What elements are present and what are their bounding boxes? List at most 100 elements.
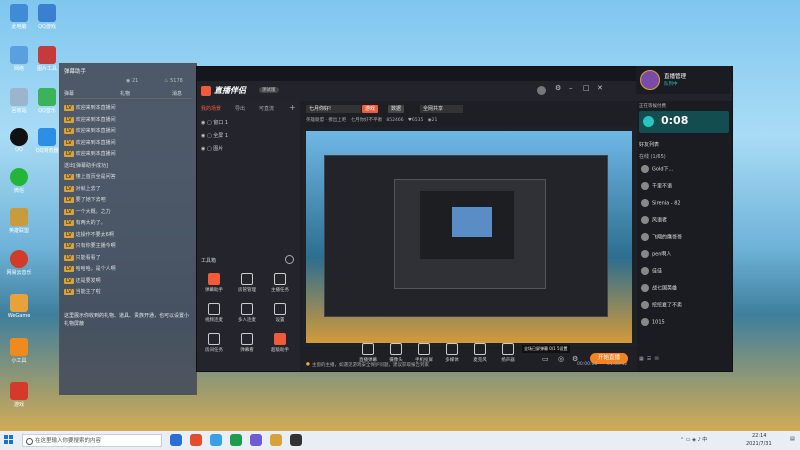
tool-1[interactable]: 房管管理 [236,273,258,293]
chat-message-text: 要了她下去吧 [75,197,106,203]
windows-start-icon[interactable] [4,435,14,445]
friend-item[interactable]: 千里不语 [641,182,727,193]
clock-time[interactable]: 22:14 [752,433,766,439]
chat-message-text: 一个大概。之力 [75,208,111,215]
bottom-tool-2[interactable]: 手机投屏 [413,343,435,363]
chat-message: LV 只有你要主播今啊 [64,242,192,251]
version-badge: 测试版 [259,87,279,93]
tool-6[interactable]: 房间任务 [203,333,225,353]
tool-label: 房间任务 [205,348,223,353]
taskbar-app-icon[interactable] [290,434,302,446]
tool-8[interactable]: 超级助手 [269,333,291,353]
friend-avatar [641,199,649,207]
live-meta-row: 英雄联盟 · 撩出上吧 七月你好不平衡 852466 ♥6535 ◉21 [306,118,438,123]
friend-avatar [641,182,649,190]
desktop-icon-tool[interactable]: 小工具 [2,338,36,364]
maximize-icon[interactable]: □ [583,84,590,92]
bottom-tool-3[interactable]: 多媒体 [441,343,463,363]
recycle-bin-icon [10,88,28,106]
toolbox-more-icon[interactable] [285,255,294,264]
taskbar-app-icon[interactable] [210,434,222,446]
taskbar-app-icon[interactable] [230,434,242,446]
scene-item-fullscreen[interactable]: ◉ ▢ 全屏 1 [201,132,228,139]
tool-2[interactable]: 主播任务 [269,273,291,293]
level-badge: LV [64,174,74,180]
tool-4[interactable]: 多人连麦 [236,303,258,323]
desktop-icon-wegame[interactable]: WeGame [2,294,36,319]
chat-message-text: 欢迎来到本直播间 [75,105,116,111]
friend-item[interactable]: 战七国英雄 [641,284,727,295]
friend-item[interactable]: Gold下... [641,165,727,176]
avatar[interactable] [537,86,546,95]
tab-stream[interactable]: 可直流 [259,105,274,112]
tab-danmu[interactable]: 弹幕 [64,90,74,97]
eye-icon[interactable]: ◉ [201,133,205,139]
scene-item-image[interactable]: ◉ ▢ 图片 [201,145,223,152]
user-card: 直播管理 队列中 [636,66,731,94]
tab-export[interactable]: 导出 [235,105,245,112]
live-title-input[interactable]: 七月你好! [306,105,361,113]
chat-message: LV 对就上去了 [64,185,192,194]
chat-tabs: 弹幕 礼物 消息 [64,90,192,99]
settings-icon[interactable]: ⚙ [555,84,561,92]
bottom-tool-5[interactable]: 扬声器 [497,343,519,363]
tag-data[interactable]: 数据 [388,105,405,113]
tray-icons[interactable]: ⌃ ▭ ◈ ♪ 中 [680,436,707,443]
tool-7[interactable]: 弹幕看 [236,333,258,353]
chat-icon[interactable]: ☰ [647,356,651,362]
user-avatar[interactable] [640,70,660,90]
chat-message-text: 懂上首页全是问答 [75,174,116,180]
grid-icon[interactable]: ▦ [639,356,644,362]
qqgame-icon [38,4,56,22]
desktop-icon-wechat[interactable]: 微信 [2,168,36,194]
desktop-icon-game[interactable]: 游戏 [2,382,36,408]
friend-avatar [641,250,649,258]
friend-item[interactable]: 风语者 [641,216,727,227]
tool-icon [241,303,253,315]
taskbar-app-icon[interactable] [250,434,262,446]
desktop-icon-netease[interactable]: 网易云音乐 [2,250,36,276]
gift-icon[interactable]: ✉ [655,356,659,362]
notification-icon[interactable]: ▤ [790,436,795,442]
minimize-icon[interactable]: – [569,84,573,92]
chat-message-text: 当能主了啦 [75,289,101,295]
close-icon[interactable]: ✕ [597,84,603,92]
eye-icon[interactable]: ◉ [201,146,205,152]
bottom-tool-4[interactable]: 麦克风 [469,343,491,363]
tool-5[interactable]: 设置 [269,303,291,323]
image-tool-icon [38,46,56,64]
friend-item[interactable]: 1015 [641,318,727,329]
friend-item[interactable]: 挖挖夏了不卖 [641,301,727,312]
chat-message: LV 懂上首页全是问答 [64,173,192,182]
desktop-icon-lol[interactable]: 英雄联盟 [2,208,36,234]
friend-item[interactable]: 飞翔的鹰哥哥 [641,233,727,244]
tool-0[interactable]: 弹幕助手 [203,273,225,293]
tag-game[interactable]: 游戏 [362,105,379,113]
chat-hot: ♨ 5178 [164,78,183,84]
eye-icon[interactable]: ◉ [201,120,205,126]
friend-avatar [641,267,649,275]
tab-gift[interactable]: 礼物 [120,90,130,97]
clock-date[interactable]: 2021/7/31 [746,441,772,447]
tool-3[interactable]: 视频连麦 [203,303,225,323]
taskbar-app-icon[interactable] [170,434,182,446]
tool-label: 多人连麦 [238,318,256,323]
bottom-tool-icon [502,343,514,355]
bottom-tool-0[interactable]: 直播弹幕 [357,343,379,363]
level-badge: LV [64,289,74,295]
friend-item[interactable]: Sirenia - 82 [641,199,727,210]
taskbar-search-input[interactable]: 在这里输入你要搜索的内容 [22,434,162,447]
desktop-icon-qqgame[interactable]: QQ游戏 [30,4,64,30]
tab-my-scenes[interactable]: 我的场景 [201,105,221,112]
friend-item[interactable]: 佳佳 [641,267,727,278]
tab-message[interactable]: 消息 [172,90,182,97]
add-scene-icon[interactable]: + [289,103,296,112]
share-select[interactable]: 全网共享 [420,105,463,113]
scene-item-window[interactable]: ◉ ▢ 窗口 1 [201,119,228,126]
friend-item[interactable]: pen啊人 [641,250,727,261]
chat-message: LV 要了她下去吧 [64,196,192,205]
chat-message-text: 对就上去了 [75,185,101,192]
taskbar-app-icon[interactable] [190,434,202,446]
bottom-tool-1[interactable]: 摄像头 [385,343,407,363]
taskbar-app-icon[interactable] [270,434,282,446]
